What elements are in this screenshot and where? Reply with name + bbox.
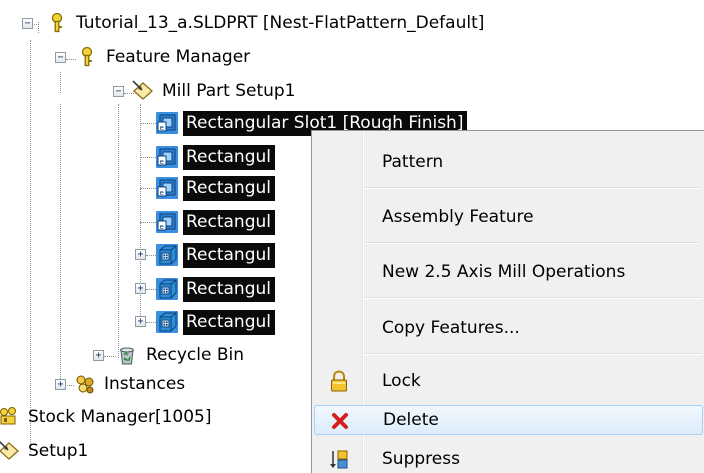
expand-toggle-pocket-3[interactable]: + — [135, 316, 146, 327]
tree-label-recycle-bin: Recycle Bin — [146, 344, 245, 365]
collapse-toggle-feature-manager[interactable]: − — [55, 52, 66, 63]
tree-node-feature-manager[interactable]: Feature Manager — [76, 42, 254, 72]
slot-feature-icon: e — [156, 112, 178, 134]
svg-text:e: e — [160, 223, 164, 231]
tree-line — [146, 289, 156, 290]
pocket-feature-icon — [156, 278, 178, 300]
slot-feature-icon: e — [156, 177, 178, 199]
menu-separator — [364, 242, 701, 244]
tree-node-recycle-bin[interactable]: Recycle Bin — [116, 340, 248, 370]
context-menu: Pattern Assembly Feature New 2.5 Axis Mi… — [311, 130, 704, 473]
tree-line — [60, 104, 61, 387]
svg-text:e: e — [160, 124, 164, 132]
tree-line — [140, 123, 156, 124]
slot-feature-icon: e — [156, 211, 178, 233]
setup-icon — [0, 440, 20, 462]
tree-label-stock-manager: Stock Manager[1005] — [28, 406, 212, 427]
tree-label-pocket-1: Rectangul — [183, 242, 275, 268]
menu-item-label: Suppress — [382, 449, 460, 469]
pocket-feature-icon — [156, 244, 178, 266]
menu-item-label: Lock — [382, 371, 421, 391]
tree-label-feature-manager: Feature Manager — [106, 46, 251, 67]
recycle-bin-icon — [116, 344, 138, 366]
lock-icon — [328, 370, 350, 392]
expand-toggle-recycle-bin[interactable]: + — [93, 350, 104, 361]
tree-label-slot-4: Rectangul — [183, 209, 275, 235]
menu-item-label: Pattern — [382, 152, 444, 172]
mill-setup-icon — [132, 80, 154, 102]
tree-line — [118, 104, 119, 358]
tree-line — [140, 157, 156, 158]
tree-node-slot-3[interactable]: e Rectangul — [156, 173, 275, 203]
expand-toggle-pocket-1[interactable]: + — [135, 249, 146, 260]
tree-label-slot-2: Rectangul — [183, 144, 275, 170]
tree-label-instances: Instances — [104, 373, 186, 394]
menu-item-label: Delete — [383, 410, 439, 430]
menu-item-label: Copy Features... — [382, 318, 520, 338]
menu-item-label: New 2.5 Axis Mill Operations — [382, 262, 626, 282]
stock-manager-icon — [0, 406, 20, 428]
tree-label-root: Tutorial_13_a.SLDPRT [Nest-FlatPattern_D… — [76, 12, 485, 33]
tree-node-stock-manager[interactable]: Stock Manager[1005] — [0, 402, 216, 432]
tree-label-slot-3: Rectangul — [183, 175, 275, 201]
tree-node-root[interactable]: Tutorial_13_a.SLDPRT [Nest-FlatPattern_D… — [46, 8, 488, 38]
tree-node-setup1[interactable]: Setup1 — [0, 436, 92, 466]
tree-label-mill-part-setup: Mill Part Setup1 — [162, 80, 296, 101]
pocket-feature-icon — [156, 311, 178, 333]
menu-item-delete[interactable]: Delete — [314, 405, 703, 435]
tree-node-pocket-1[interactable]: Rectangul — [156, 240, 275, 270]
menu-item-assembly-feature[interactable]: Assembly Feature — [314, 202, 703, 232]
menu-item-suppress[interactable]: Suppress — [314, 444, 703, 473]
tree-line — [38, 22, 39, 33]
collapse-toggle-mill-setup[interactable]: − — [113, 86, 124, 97]
tree-line — [104, 356, 116, 357]
collapse-toggle-root[interactable]: − — [22, 18, 33, 29]
tree-node-pocket-3[interactable]: Rectangul — [156, 307, 275, 337]
tree-label-setup1: Setup1 — [28, 440, 89, 461]
tree-line — [140, 188, 156, 189]
tree-line — [30, 40, 31, 452]
menu-item-label: Assembly Feature — [382, 207, 534, 227]
expand-toggle-pocket-2[interactable]: + — [135, 283, 146, 294]
tree-node-pocket-2[interactable]: Rectangul — [156, 274, 275, 304]
feature-manager-pin-icon — [76, 46, 98, 68]
menu-item-copy-features[interactable]: Copy Features... — [314, 313, 703, 343]
tree-line — [60, 72, 61, 93]
tree-line — [146, 322, 156, 323]
slot-feature-icon: e — [156, 146, 178, 168]
tree-node-instances[interactable]: Instances — [74, 369, 189, 399]
svg-text:e: e — [160, 189, 164, 197]
menu-item-pattern[interactable]: Pattern — [314, 147, 703, 177]
tree-label-pocket-3: Rectangul — [183, 309, 275, 335]
menu-separator — [364, 353, 701, 355]
instances-icon — [74, 373, 96, 395]
menu-separator — [364, 297, 701, 299]
tree-node-slot-2[interactable]: e Rectangul — [156, 142, 275, 172]
menu-item-new-mill-operations[interactable]: New 2.5 Axis Mill Operations — [314, 257, 703, 287]
tree-line — [66, 59, 76, 60]
svg-text:e: e — [160, 158, 164, 166]
menu-item-lock[interactable]: Lock — [314, 366, 703, 396]
tree-node-slot-4[interactable]: e Rectangul — [156, 207, 275, 237]
suppress-icon — [328, 448, 350, 470]
tree-line — [140, 222, 156, 223]
delete-x-icon — [329, 410, 351, 432]
expand-toggle-instances[interactable]: + — [55, 379, 66, 390]
tree-line — [146, 255, 156, 256]
part-pin-icon — [46, 12, 68, 34]
menu-separator — [364, 187, 701, 189]
tree-node-mill-part-setup[interactable]: Mill Part Setup1 — [132, 76, 300, 106]
tree-label-pocket-2: Rectangul — [183, 276, 275, 302]
